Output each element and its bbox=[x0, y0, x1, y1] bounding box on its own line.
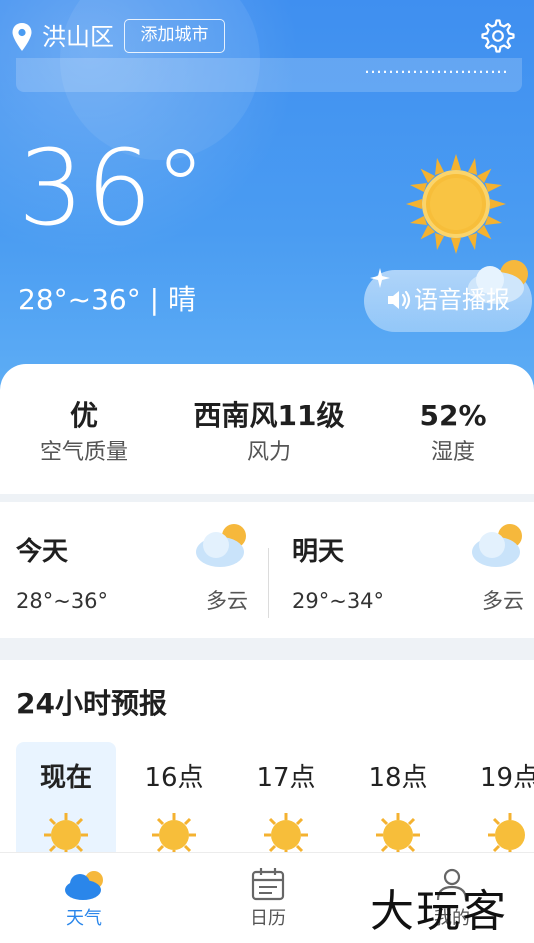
stat-label: 风力 bbox=[246, 440, 291, 465]
voice-broadcast-label: 语音播报 bbox=[414, 286, 510, 314]
cloudy-icon bbox=[472, 524, 522, 567]
cloudy-icon bbox=[196, 524, 246, 567]
wind-stat: 西南风11级 风力 bbox=[174, 396, 364, 470]
hour-label[interactable]: 16点 bbox=[124, 760, 224, 796]
tab-weather[interactable]: 天气 bbox=[44, 905, 124, 933]
watermark-logo: 大玩客 bbox=[370, 886, 508, 937]
today-temperature-range: 28°~36° bbox=[16, 589, 109, 613]
tomorrow-label[interactable]: 明天 bbox=[292, 532, 344, 572]
hour-label[interactable]: 现在 bbox=[16, 760, 116, 796]
gear-icon[interactable] bbox=[480, 18, 516, 54]
hour-label[interactable]: 17点 bbox=[236, 760, 336, 796]
stat-value: 52% bbox=[419, 399, 487, 432]
sparkle-icon bbox=[370, 268, 390, 288]
stat-value: 西南风11级 bbox=[193, 399, 345, 432]
hour-label[interactable]: 18点 bbox=[348, 760, 448, 796]
hour-label[interactable]: 19点 bbox=[460, 760, 534, 796]
temperature-range-condition: 28°~36° | 晴 bbox=[18, 283, 196, 316]
current-temperature: 36° bbox=[18, 127, 209, 249]
humidity-stat: 52% 湿度 bbox=[398, 396, 508, 470]
stat-value: 优 bbox=[69, 399, 98, 432]
day-divider bbox=[268, 548, 269, 618]
stat-label: 空气质量 bbox=[39, 440, 128, 465]
current-city[interactable]: 洪山区 bbox=[42, 20, 114, 54]
today-condition: 多云 bbox=[206, 589, 248, 613]
stat-label: 湿度 bbox=[430, 440, 475, 465]
cloud-icon[interactable] bbox=[64, 866, 104, 902]
today-label[interactable]: 今天 bbox=[16, 532, 68, 572]
notice-banner[interactable]: …………………… bbox=[16, 58, 522, 92]
sunny-icon bbox=[406, 154, 506, 254]
daily-summary-card bbox=[0, 502, 534, 638]
hourly-forecast-title: 24小时预报 bbox=[16, 687, 167, 720]
location-pin-icon bbox=[12, 23, 32, 51]
tomorrow-condition: 多云 bbox=[482, 589, 524, 613]
speaker-icon bbox=[388, 290, 411, 310]
air-quality-stat: 优 空气质量 bbox=[24, 396, 144, 470]
calendar-icon[interactable] bbox=[248, 866, 288, 902]
add-city-button[interactable]: 添加城市 bbox=[124, 19, 225, 53]
tomorrow-temperature-range: 29°~34° bbox=[292, 589, 385, 613]
tab-calendar[interactable]: 日历 bbox=[228, 905, 308, 933]
